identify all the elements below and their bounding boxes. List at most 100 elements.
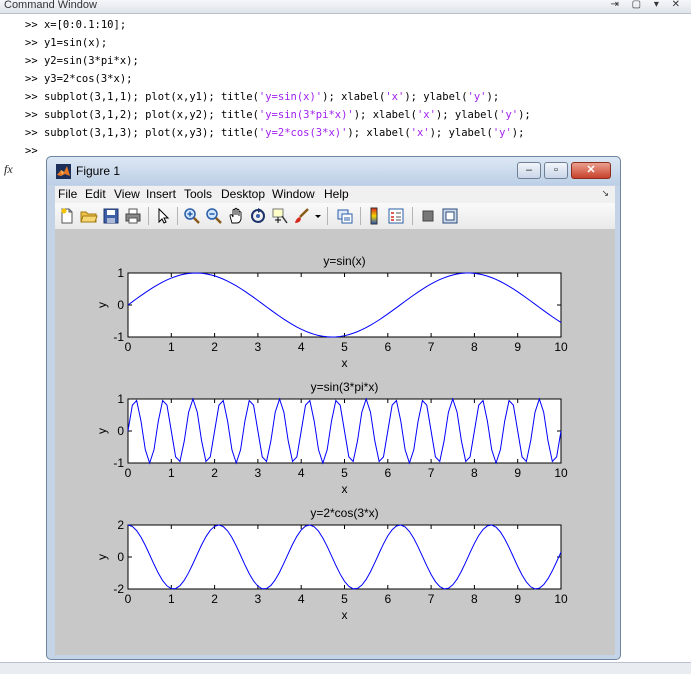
figure-menubar: File Edit View Insert Tools Desktop Wind… [55,186,615,203]
x-tick-label: 10 [554,592,568,606]
command-prompt: >> [25,109,44,121]
subplot-title: y=sin(3*pi*x) [311,380,379,394]
x-tick-label: 8 [471,340,478,354]
command-string: 'y' [492,127,512,139]
y-tick-label: 1 [117,266,124,280]
x-tick-label: 4 [298,592,305,606]
menu-help[interactable]: Help [324,187,349,201]
command-prompt: >> [25,91,44,103]
command-line: >> y3=2*cos(3*x); [25,73,132,91]
menu-file[interactable]: File [58,187,77,201]
x-tick-label: 2 [211,592,218,606]
command-string: 'y' [499,109,519,121]
x-tick-label: 3 [255,466,262,480]
command-code: ); [511,127,525,139]
menu-edit[interactable]: Edit [85,187,106,201]
command-prompt: >> [25,55,44,67]
command-line: >> [25,145,44,163]
menu-tools[interactable]: Tools [184,187,212,201]
toolbar-separator [360,207,361,225]
figure-window[interactable]: Figure 1 – ▫ ✕ File Edit View Insert Too… [46,156,621,660]
figure-canvas[interactable]: 0 1 2 3 4 5 6 7 8 9 10 -1 0 1 y=sin(x) x y 0 1 2 3 4 5 6 7 8 9 10 -1… [55,230,615,655]
menu-view[interactable]: View [114,187,140,201]
command-prompt: >> [25,73,44,85]
subplot-3[interactable]: 0 1 2 3 4 5 6 7 8 9 10-202y=2*cos(3*x)xy [95,506,568,622]
subplot-2[interactable]: 0 1 2 3 4 5 6 7 8 9 10-101y=sin(3*pi*x)xy [95,380,568,496]
dock-arrow-icon[interactable]: ↘ [601,188,609,199]
y-axis-label: y [95,428,109,434]
link-icon[interactable] [336,207,354,225]
command-code: x=[0:0.1:10]; [43,19,127,31]
command-string: 'y=sin(x)' [258,91,323,103]
y-tick-label: -1 [113,330,124,344]
y-tick-label: 0 [117,424,124,438]
command-code: subplot(3,1,2); plot(x,y2); title( [43,109,259,121]
y-tick-label: -2 [113,582,124,596]
command-code: subplot(3,1,1); plot(x,y1); title( [43,91,259,103]
x-tick-label: 6 [384,340,391,354]
maximize-button[interactable]: ▫ [544,162,568,179]
x-tick-label: 2 [211,340,218,354]
print-icon[interactable] [124,207,142,225]
new-figure-icon[interactable] [58,207,76,225]
x-tick-label: 1 [168,340,175,354]
x-tick-label: 0 [125,340,132,354]
colorbar-icon[interactable] [365,207,383,225]
command-code: ); [486,91,500,103]
command-string: 'x' [416,109,436,121]
pointer-icon[interactable] [154,207,172,225]
figure-toolbar [55,203,615,230]
x-tick-label: 9 [514,592,521,606]
zoom-in-icon[interactable] [183,207,201,225]
open-file-icon[interactable] [80,207,98,225]
menu-insert[interactable]: Insert [146,187,176,201]
x-tick-label: 6 [384,592,391,606]
x-tick-label: 4 [298,466,305,480]
command-prompt: >> [25,19,44,31]
command-code: y1=sin(x); [43,37,108,49]
command-window-controls[interactable]: ⇥ ▢ ▾ ✕ [610,0,685,10]
brush-icon[interactable] [293,207,311,225]
zoom-out-icon[interactable] [205,207,223,225]
command-code: ); xlabel( [322,91,386,103]
status-bar [0,662,691,674]
rotate-icon[interactable] [249,207,267,225]
command-code: ); ylabel( [429,127,493,139]
y-tick-label: -1 [113,456,124,470]
command-code: ); xlabel( [353,109,417,121]
command-code: y2=sin(3*pi*x); [43,55,139,67]
x-axis-label: x [342,356,348,370]
hide-plot-tools-icon[interactable] [419,207,437,225]
axes-box [127,272,562,338]
data-cursor-icon[interactable] [271,207,289,225]
matlab-logo-icon [56,164,71,179]
menu-desktop[interactable]: Desktop [221,187,265,201]
command-line: >> subplot(3,1,1); plot(x,y1); title('y=… [25,91,499,109]
x-tick-label: 2 [211,466,218,480]
command-line: >> x=[0:0.1:10]; [25,19,126,37]
y-tick-label: 1 [117,392,124,406]
show-plot-tools-icon[interactable] [441,207,459,225]
x-tick-label: 9 [514,466,521,480]
pan-icon[interactable] [227,207,245,225]
x-tick-label: 6 [384,466,391,480]
function-browser-icon[interactable]: fx [4,162,13,177]
figure-title: Figure 1 [76,164,121,178]
command-string: 'x' [385,91,405,103]
command-code: y3=2*cos(3*x); [43,73,133,85]
x-tick-label: 7 [428,592,435,606]
toolbar-separator [148,207,149,225]
minimize-button[interactable]: – [517,162,541,179]
x-tick-label: 7 [428,340,435,354]
save-icon[interactable] [102,207,120,225]
legend-icon[interactable] [387,207,405,225]
command-line: >> y1=sin(x); [25,37,107,55]
subplot-1[interactable]: 0 1 2 3 4 5 6 7 8 9 10-101y=sin(x)xy [95,254,568,370]
menu-window[interactable]: Window [272,187,315,201]
command-string: 'x' [410,127,430,139]
x-tick-label: 1 [168,592,175,606]
brush-dropdown-icon[interactable] [313,207,323,225]
close-button[interactable]: ✕ [571,162,611,179]
figure-titlebar[interactable]: Figure 1 – ▫ ✕ [47,157,620,185]
subplot-title: y=2*cos(3*x) [310,506,378,520]
